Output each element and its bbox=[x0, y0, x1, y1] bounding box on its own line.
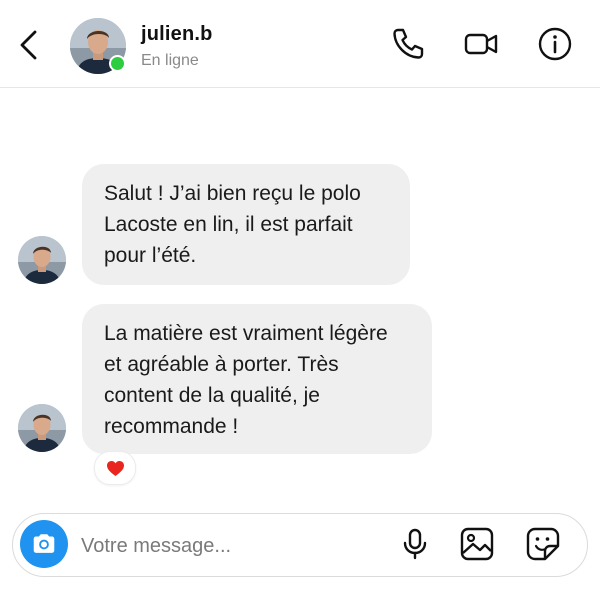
message-bubble[interactable]: Salut ! J’ai bien reçu le polo Lacoste e… bbox=[82, 164, 410, 285]
contact-avatar[interactable] bbox=[70, 18, 126, 74]
back-icon[interactable] bbox=[14, 28, 44, 62]
gallery-icon[interactable] bbox=[459, 526, 495, 562]
online-status-dot bbox=[109, 55, 126, 72]
microphone-icon[interactable] bbox=[397, 526, 433, 562]
camera-button[interactable] bbox=[20, 520, 68, 568]
sender-avatar[interactable] bbox=[18, 236, 66, 284]
sticker-icon[interactable] bbox=[525, 526, 561, 562]
message-composer bbox=[12, 513, 588, 577]
video-icon[interactable] bbox=[463, 26, 499, 62]
heart-icon bbox=[106, 460, 124, 476]
camera-icon bbox=[33, 534, 55, 553]
heart-reaction[interactable] bbox=[94, 451, 136, 485]
phone-icon[interactable] bbox=[390, 26, 426, 62]
chat-header: julien.b En ligne bbox=[0, 0, 600, 88]
message-input[interactable] bbox=[79, 528, 373, 564]
contact-username[interactable]: julien.b bbox=[141, 23, 213, 46]
sender-avatar[interactable] bbox=[18, 404, 66, 452]
contact-status: En ligne bbox=[141, 52, 199, 69]
info-icon[interactable] bbox=[537, 26, 573, 62]
message-bubble[interactable]: La matière est vraiment légère et agréab… bbox=[82, 304, 432, 454]
